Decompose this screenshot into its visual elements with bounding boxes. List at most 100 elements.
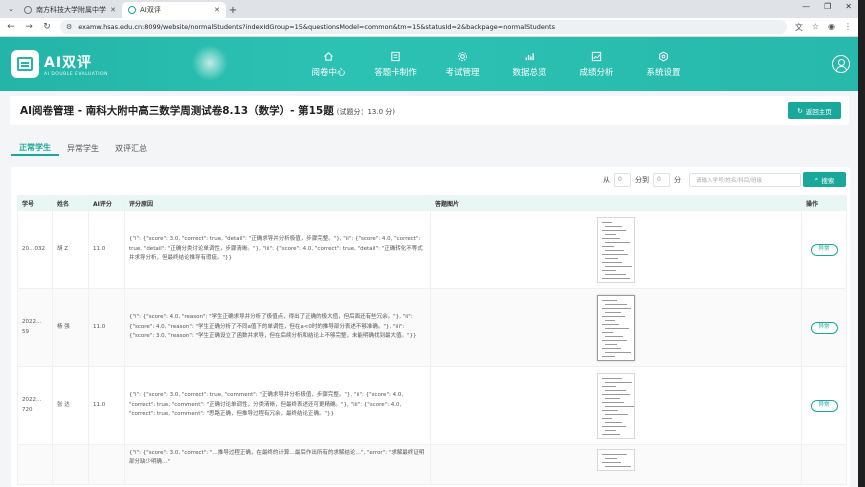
logo-subtitle: AI DOUBLE EVALUATION [44, 71, 109, 77]
answer-image[interactable] [597, 216, 635, 283]
url-field[interactable]: ⚙ examw.hsas.edu.cn:8099/website/normalS… [60, 20, 787, 34]
action-cell: 异常 [801, 210, 847, 289]
search-button[interactable]: ⌕ 搜索 [803, 172, 846, 187]
forward-arrow-icon[interactable]: → [24, 22, 34, 32]
mark-abnormal-button[interactable]: 异常 [810, 399, 838, 412]
minimize-icon[interactable]: — [802, 2, 810, 11]
handwriting-line [605, 273, 626, 275]
student-id: 2022…59 [17, 288, 53, 367]
more-menu-icon[interactable]: ⋮ [844, 22, 852, 33]
ai-logo-icon [128, 6, 136, 14]
action-cell: 异常 [801, 288, 847, 367]
back-home-button[interactable]: ↻ 返回主页 [788, 102, 841, 119]
handwriting-line [602, 385, 616, 387]
close-icon[interactable]: ✕ [214, 6, 220, 14]
student-tabs: 正常学生 异常学生 双评汇总 [11, 140, 155, 156]
translate-icon[interactable]: 文 [795, 22, 803, 33]
handwriting-line [605, 335, 623, 337]
student-id: 2022…720 [17, 366, 53, 445]
nav-item-exam-management[interactable]: 考试管理 [429, 37, 496, 91]
score-to-input[interactable]: 0 [653, 172, 670, 187]
handwriting-line [605, 265, 632, 267]
page-title-text: AI阅卷管理 - 南科大附中高三数学周测试卷8.13（数学）- 第15题 [20, 105, 334, 117]
site-info-icon[interactable]: ⚙ [66, 23, 72, 31]
tab-search-chevron-icon[interactable]: ⌄ [4, 2, 18, 16]
handwriting-line [602, 221, 612, 223]
tab-double-review-summary[interactable]: 双评汇总 [107, 140, 155, 156]
ai-score: 11.0 [88, 210, 125, 289]
search-input[interactable]: 请输入学号/姓名/科目/班级 [689, 172, 801, 187]
page-title-card: AI阅卷管理 - 南科大附中高三数学周测试卷8.13（数学）- 第15题 (试题分… [10, 96, 849, 125]
handwriting-line [602, 409, 618, 411]
handwriting-line [602, 347, 621, 349]
to-label: 分到 [635, 175, 649, 184]
reload-icon[interactable]: ↻ [42, 22, 52, 32]
bookmark-star-icon[interactable]: ☆ [812, 22, 819, 33]
column-header: 答题图片 [430, 195, 802, 211]
score-from-input[interactable]: 0 [614, 172, 631, 187]
answer-image[interactable] [597, 294, 635, 361]
nav-item-marking-center[interactable]: 阅卷中心 [295, 37, 362, 91]
browser-tabstrip: ⌄ 南方科技大学附属中学 ✕ AI双评 ✕ + — ❐ ✕ [0, 0, 858, 18]
column-header: 学号 [17, 195, 53, 211]
handwriting-line [605, 397, 620, 399]
answer-image-cell [430, 444, 802, 485]
maximize-icon[interactable]: ❐ [824, 2, 831, 11]
browser-tab-school[interactable]: 南方科技大学附属中学 ✕ [18, 2, 122, 18]
handwriting-line [602, 425, 626, 427]
handwriting-line [602, 401, 624, 403]
handwriting-line [605, 249, 624, 251]
mark-abnormal-button[interactable]: 异常 [810, 321, 838, 334]
handwriting-line [605, 311, 621, 313]
score-reason: {"i": {"score": 4.0, "reason": "学生正确求导并分… [124, 288, 431, 367]
mark-abnormal-button[interactable]: 异常 [810, 243, 838, 256]
window-close-icon[interactable]: ✕ [845, 2, 852, 11]
nav-label: 系统设置 [646, 67, 681, 78]
globe-icon [24, 6, 32, 14]
nav-item-answer-sheet[interactable]: 答题卡制作 [362, 37, 429, 91]
app-logo-icon[interactable] [11, 50, 39, 78]
student-id [17, 444, 53, 485]
tab-title: AI双评 [140, 6, 161, 14]
student-name: 胡 Z [52, 210, 89, 289]
handwriting-line [605, 225, 622, 227]
column-header: 操作 [801, 195, 847, 211]
student-name [52, 444, 89, 485]
action-cell: 异常 [801, 366, 847, 445]
nav-item-score-analysis[interactable]: 成绩分析 [563, 37, 630, 91]
user-avatar-icon[interactable] [832, 55, 850, 73]
ai-score: 11.0 [88, 288, 125, 367]
nav-item-data-overview[interactable]: 数据总览 [496, 37, 563, 91]
answer-image[interactable] [597, 449, 635, 471]
browser-tab-ai[interactable]: AI双评 ✕ [122, 2, 226, 18]
bar-chart-icon [525, 52, 534, 60]
new-tab-plus-icon[interactable]: + [226, 3, 240, 17]
refresh-icon: ↻ [797, 106, 803, 115]
unit-label: 分 [674, 175, 681, 184]
search-icon: ⌕ [814, 175, 819, 183]
app-logo[interactable]: AI双评 AI DOUBLE EVALUATION [44, 52, 108, 77]
handwriting-line [602, 229, 626, 231]
handwriting-line [602, 277, 630, 279]
student-name: 杨 强 [52, 288, 89, 367]
tab-normal-students[interactable]: 正常学生 [11, 140, 59, 156]
close-icon[interactable]: ✕ [110, 6, 116, 14]
back-arrow-icon[interactable]: ← [6, 22, 16, 32]
table-row: 2022…720 张 达 11.0 {"i": {"score": 3.0, "… [17, 366, 847, 445]
tab-abnormal-students[interactable]: 异常学生 [59, 140, 107, 156]
window-controls: — ❐ ✕ [802, 2, 852, 11]
nav-label: 答题卡制作 [374, 67, 417, 78]
nav-label: 阅卷中心 [311, 67, 346, 78]
address-bar: ← → ↻ ⚙ examw.hsas.edu.cn:8099/website/n… [0, 18, 858, 37]
answer-image[interactable] [597, 372, 635, 439]
back-home-label: 返回主页 [805, 107, 832, 116]
student-id: 20…032 [17, 210, 53, 289]
profile-icon[interactable]: ◉ [828, 22, 835, 33]
answer-image-cell [430, 366, 802, 445]
app-header: AI双评 AI DOUBLE EVALUATION 阅卷中心 答题卡制作 考试管… [0, 37, 858, 91]
score-reason: {"i": {"score": 3.0, "correct": true, "d… [124, 210, 431, 289]
table-header-row: 学号 姓名 AI评分 评分原因 答题图片 操作 [17, 195, 847, 211]
nav-item-system-settings[interactable]: 系统设置 [630, 37, 697, 91]
student-name: 张 达 [52, 366, 89, 445]
table-row: {"i": {"score": 3.0, "correct": "…推导过程正确… [17, 444, 847, 485]
